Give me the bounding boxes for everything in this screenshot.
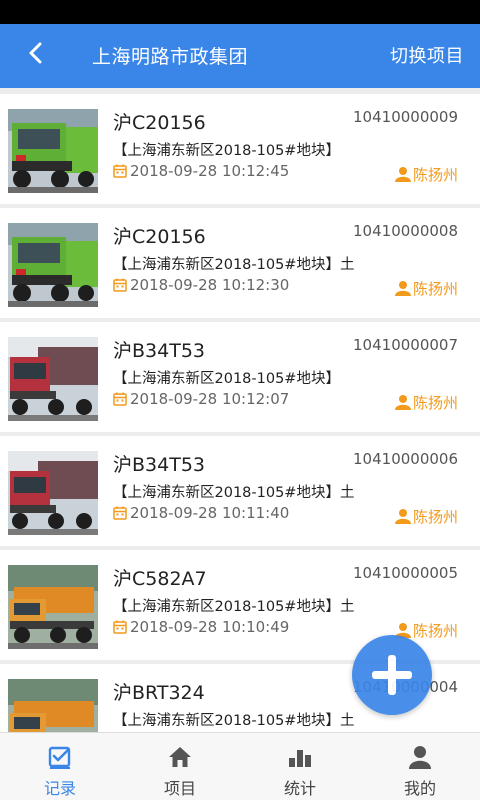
calendar-icon	[113, 506, 127, 520]
site-name: 【上海浦东新区2018-105#地块】	[113, 371, 340, 387]
record-card[interactable]: 沪C20156 10410000009 【上海浦东新区2018-105#地块】 …	[0, 94, 480, 204]
record-code: 10410000008	[353, 222, 458, 240]
operator-name: 陈扬州	[412, 394, 458, 412]
user-icon	[394, 395, 411, 410]
truck-photo	[8, 337, 98, 421]
record-code: 10410000005	[353, 564, 458, 582]
record-code: 10410000006	[353, 450, 458, 468]
add-record-button[interactable]	[352, 635, 432, 715]
operator-name: 陈扬州	[412, 280, 458, 298]
calendar-icon	[113, 620, 127, 634]
calendar-icon	[113, 278, 127, 292]
record-code: 10410000007	[353, 336, 458, 354]
chevron-left-icon	[29, 42, 42, 64]
site-name: 【上海浦东新区2018-105#地块】土	[113, 257, 355, 273]
site-name: 【上海浦东新区2018-105#地块】土	[113, 599, 355, 615]
plate-number: 沪B34T53	[113, 454, 205, 476]
tab-label: 统计	[283, 779, 316, 798]
record-card[interactable]: 沪B34T53 10410000006 【上海浦东新区2018-105#地块】土…	[0, 436, 480, 546]
truck-photo	[8, 565, 98, 649]
tab-profile[interactable]: 我的	[360, 733, 480, 800]
user-icon	[409, 746, 431, 769]
operator: 陈扬州	[394, 392, 458, 413]
tab-label: 我的	[403, 779, 436, 798]
operator: 陈扬州	[394, 278, 458, 299]
truck-photo	[8, 679, 98, 732]
user-icon	[394, 167, 411, 182]
truck-photo	[8, 223, 98, 307]
tab-statistics[interactable]: 统计	[240, 733, 360, 800]
tab-bar: 记录 项目 统计 我的	[0, 732, 480, 800]
switch-project-button[interactable]: 切换项目	[390, 42, 464, 68]
page-title: 上海明路市政集团	[92, 46, 249, 68]
back-button[interactable]	[22, 40, 52, 70]
record-code: 10410000009	[353, 108, 458, 126]
operator-name: 陈扬州	[412, 166, 458, 184]
check-square-icon	[48, 746, 71, 769]
plate-number: 沪B34T53	[113, 340, 205, 362]
site-name: 【上海浦东新区2018-105#地块】	[113, 143, 340, 159]
record-time: 2018-09-28 10:12:07	[113, 390, 289, 408]
record-list[interactable]: 沪C20156 10410000009 【上海浦东新区2018-105#地块】 …	[0, 88, 480, 732]
site-name: 【上海浦东新区2018-105#地块】土	[113, 485, 355, 501]
calendar-icon	[113, 164, 127, 178]
operator: 陈扬州	[394, 506, 458, 527]
bar-chart-icon	[289, 750, 311, 767]
record-card[interactable]: 沪B34T53 10410000007 【上海浦东新区2018-105#地块】 …	[0, 322, 480, 432]
home-icon	[169, 747, 191, 767]
plate-number: 沪C582A7	[113, 568, 207, 590]
time-text: 2018-09-28 10:10:49	[130, 618, 290, 636]
status-bar	[0, 0, 480, 24]
operator-name: 陈扬州	[412, 508, 458, 526]
truck-photo	[8, 451, 98, 535]
time-text: 2018-09-28 10:11:40	[130, 504, 290, 522]
tab-records[interactable]: 记录	[0, 733, 120, 800]
tab-label: 记录	[43, 779, 76, 798]
user-icon	[394, 281, 411, 296]
time-text: 2018-09-28 10:12:45	[130, 162, 290, 180]
record-time: 2018-09-28 10:12:45	[113, 162, 289, 180]
record-time: 2018-09-28 10:12:30	[113, 276, 289, 294]
record-time: 2018-09-28 10:10:49	[113, 618, 289, 636]
app-bar: 上海明路市政集团 切换项目	[0, 24, 480, 88]
record-card[interactable]: 沪C20156 10410000008 【上海浦东新区2018-105#地块】土…	[0, 208, 480, 318]
site-name: 【上海浦东新区2018-105#地块】土	[113, 713, 355, 729]
operator-name: 陈扬州	[412, 622, 458, 640]
plate-number: 沪C20156	[113, 112, 206, 134]
time-text: 2018-09-28 10:12:30	[130, 276, 290, 294]
time-text: 2018-09-28 10:12:07	[130, 390, 290, 408]
user-icon	[394, 509, 411, 524]
plate-number: 沪C20156	[113, 226, 206, 248]
calendar-icon	[113, 392, 127, 406]
tab-projects[interactable]: 项目	[120, 733, 240, 800]
operator: 陈扬州	[394, 164, 458, 185]
plate-number: 沪BRT324	[113, 682, 205, 704]
truck-photo	[8, 109, 98, 193]
record-time: 2018-09-28 10:11:40	[113, 504, 289, 522]
tab-label: 项目	[163, 779, 196, 798]
